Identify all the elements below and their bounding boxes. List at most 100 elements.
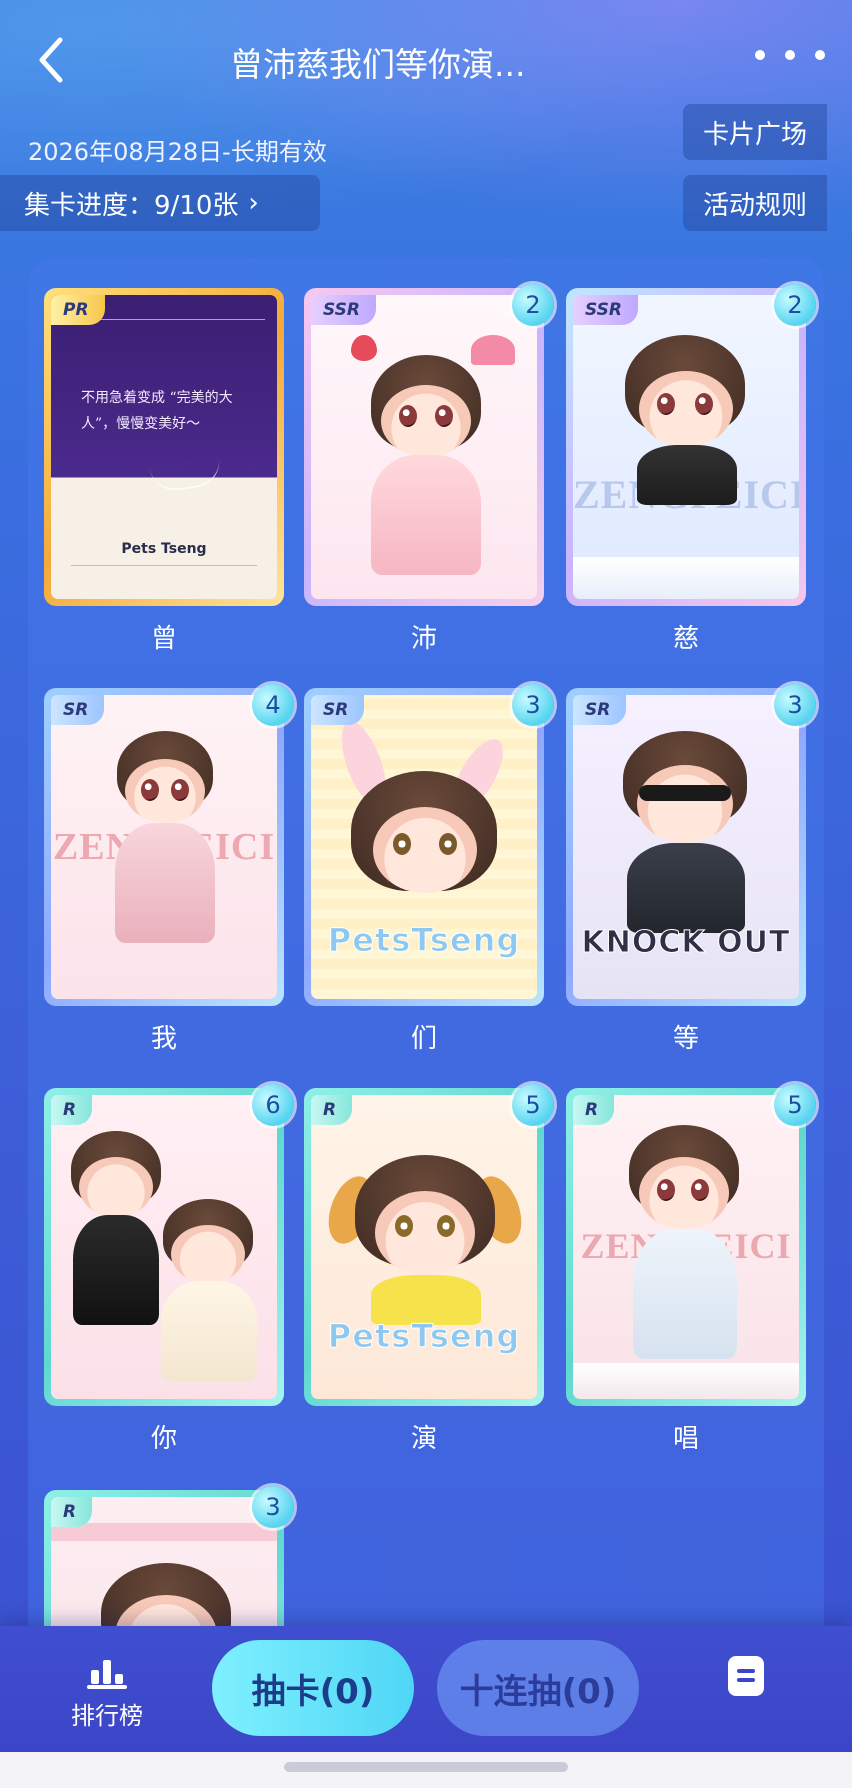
card-char-label: 你 (150, 1424, 177, 1454)
card-item[interactable]: PetsTseng R 5 (304, 1084, 554, 1406)
document-icon[interactable] (728, 1656, 764, 1696)
character-dress (371, 455, 481, 575)
more-dot (785, 50, 795, 60)
character-face (639, 1157, 729, 1229)
character-face (171, 1225, 245, 1283)
leaderboard-button[interactable]: 排行榜 (62, 1656, 152, 1736)
card-art: KNOCK OUT (573, 695, 799, 999)
draw-card-button[interactable]: 抽卡(0) (212, 1640, 414, 1736)
character-suit (637, 445, 737, 505)
more-dots-icon (755, 50, 765, 60)
rarity-badge: PR (51, 295, 105, 325)
card-count-badge: 5 (774, 1084, 816, 1126)
card-item[interactable]: 不用急着变成 “完美的大人”，慢慢变美好～ Pets Tseng PR (44, 288, 284, 606)
card-art (311, 295, 537, 599)
card-brand-text: PetsTseng (327, 1317, 521, 1356)
card-art: ZENGPEICI (573, 295, 799, 599)
home-indicator[interactable] (284, 1762, 568, 1772)
character-face (381, 385, 471, 457)
card-char-label: 曾 (150, 624, 177, 654)
card-footer-line (71, 565, 257, 566)
rarity-badge: SR (311, 695, 365, 725)
card-char-label: 慈 (672, 624, 699, 654)
card-grid-panel: 不用急着变成 “完美的大人”，慢慢变美好～ Pets Tseng PR 曾 SS… (28, 258, 824, 1648)
character-face (79, 1157, 153, 1217)
collection-progress-button[interactable]: 集卡进度：9/10张 › (0, 175, 320, 231)
card-count-badge: 2 (774, 284, 816, 326)
card-item[interactable]: KNOCK OUT SR 3 (566, 684, 816, 1006)
strawberry-decoration (351, 335, 377, 361)
rarity-badge: R (51, 1497, 93, 1527)
card-count-badge: 4 (252, 684, 294, 726)
validity-date: 2026年08月28日-长期有效 (28, 138, 327, 166)
card-char-label: 我 (150, 1024, 177, 1054)
card-art: PetsTseng (311, 1095, 537, 1399)
character-eye (657, 393, 675, 415)
character-eye (393, 833, 411, 855)
rarity-badge: SSR (573, 295, 638, 325)
rarity-badge: R (311, 1095, 353, 1125)
card-footer-band (573, 557, 799, 599)
character-eye (695, 393, 713, 415)
card-char-label: 演 (410, 1424, 437, 1454)
sunglasses (639, 785, 731, 801)
card-count-badge: 2 (512, 284, 554, 326)
chevron-left-icon (39, 37, 63, 83)
card-count-badge: 5 (512, 1084, 554, 1126)
rarity-badge: SR (573, 695, 627, 725)
rarity-badge: R (573, 1095, 615, 1125)
card-char-label: 沛 (410, 624, 437, 654)
card-count-badge: 3 (512, 684, 554, 726)
character-face (639, 371, 733, 447)
character-outfit (73, 1215, 159, 1325)
card-item[interactable]: R 6 (44, 1084, 294, 1406)
ten-draw-button[interactable]: 十连抽(0) (437, 1640, 639, 1736)
character-eye (435, 405, 453, 427)
character-eye (657, 1179, 675, 1201)
card-art: ZENGPEICI (51, 695, 277, 999)
character-dress (115, 823, 215, 943)
card-char-label: 们 (410, 1024, 437, 1054)
card-brand-text: PetsTseng (327, 921, 521, 960)
card-art: 不用急着变成 “完美的大人”，慢慢变美好～ Pets Tseng (51, 295, 277, 599)
card-count-badge: 3 (774, 684, 816, 726)
card-header-band (51, 1523, 277, 1541)
card-art (51, 1095, 277, 1399)
character-eye (399, 405, 417, 427)
card-footer-band (573, 1363, 799, 1399)
character-eye (437, 1215, 455, 1237)
character-eye (141, 779, 159, 801)
rarity-badge: SSR (311, 295, 376, 325)
character-face (373, 807, 477, 893)
activity-rules-button[interactable]: 活动规则 (683, 175, 827, 231)
card-name: Pets Tseng (121, 541, 207, 557)
card-item[interactable]: ZENGPEICI SR 4 (44, 684, 294, 1006)
leaderboard-icon (87, 1660, 127, 1689)
card-item[interactable]: ZENGPEICI SSR 2 (566, 284, 816, 606)
rarity-badge: R (51, 1095, 93, 1125)
character-face (375, 1191, 475, 1275)
rarity-badge: SR (51, 695, 105, 725)
card-square-button[interactable]: 卡片广场 (683, 104, 827, 160)
card-item[interactable]: PetsTseng SR 3 (304, 684, 554, 1006)
character-jacket (627, 843, 745, 933)
signature-mark (149, 458, 223, 494)
card-item[interactable]: ZENGPEICI R 5 (566, 1084, 816, 1406)
character-eye (439, 833, 457, 855)
back-button[interactable] (26, 30, 76, 90)
card-item[interactable]: R 3 (44, 1486, 294, 1648)
card-count-badge: 6 (252, 1084, 294, 1126)
more-button[interactable] (755, 40, 825, 70)
progress-label: 集卡进度：9/10张 (24, 190, 239, 221)
card-count-badge: 3 (252, 1486, 294, 1528)
character-eye (395, 1215, 413, 1237)
card-item[interactable]: SSR 2 (304, 284, 554, 606)
character-face (637, 765, 733, 843)
card-art: ZENGPEICI (573, 1095, 799, 1399)
character-face (125, 759, 205, 823)
character-eye (691, 1179, 709, 1201)
chevron-right-icon: › (248, 188, 259, 218)
more-dot (815, 50, 825, 60)
page-title: 曾沛慈我们等你演... (230, 45, 526, 84)
card-brand-text: KNOCK OUT (581, 925, 791, 961)
